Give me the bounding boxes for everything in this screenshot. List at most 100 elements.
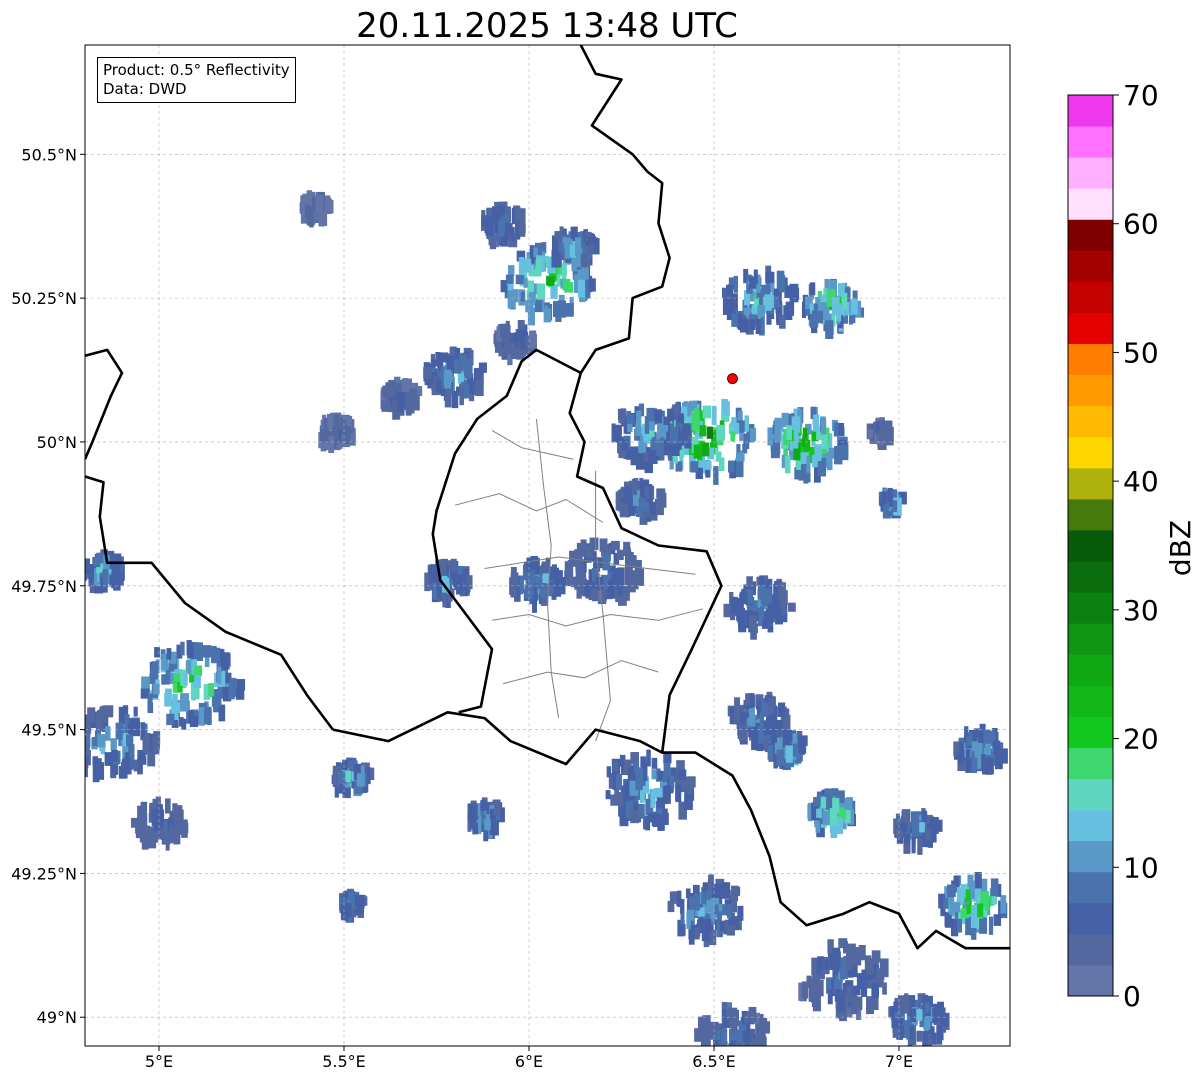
echo-pixel — [332, 771, 338, 788]
echo-pixel — [87, 707, 96, 723]
echo-pixel — [921, 810, 928, 823]
lat-tick-label: 50°N — [37, 433, 77, 452]
echo-pixel — [632, 555, 637, 569]
colorbar-segment — [1068, 95, 1113, 127]
echo-pixel — [966, 904, 972, 915]
echo-pixel — [651, 769, 657, 780]
echo-pixel — [882, 982, 887, 995]
echo-pixel — [736, 1057, 740, 1067]
lon-tick-label: 5.5°E — [322, 1052, 366, 1071]
echo-pixel — [932, 1007, 938, 1024]
echo-pixel — [781, 412, 789, 427]
echo-pixel — [97, 734, 106, 748]
echo-pixel — [85, 757, 89, 768]
colorbar-segment — [1068, 933, 1113, 966]
echo-pixel — [838, 938, 848, 949]
echo-pixel — [762, 588, 769, 607]
lat-tick-label: 49°N — [37, 1008, 77, 1027]
echo-pixel — [615, 491, 621, 503]
echo-pixel — [682, 423, 691, 435]
echo-pixel — [693, 444, 702, 459]
echo-pixel — [816, 808, 822, 818]
echo-pixel — [504, 340, 510, 353]
echo-pixel — [194, 675, 201, 689]
echo-pixel — [510, 227, 515, 242]
echo-pixel — [861, 982, 868, 997]
echo-pixel — [952, 918, 958, 937]
echo-pixel — [228, 686, 235, 700]
echo-pixel — [977, 903, 984, 918]
echo-pixel — [736, 1049, 741, 1065]
echo-pixel — [518, 223, 526, 234]
echo-pixel — [778, 702, 786, 717]
echo-pixel — [638, 441, 647, 453]
echo-pixel — [787, 731, 793, 743]
colorbar-segment — [1068, 436, 1113, 469]
echo-pixel — [778, 582, 786, 600]
colorbar-segment — [1068, 902, 1113, 935]
echo-pixel — [677, 769, 687, 781]
echo-pixel — [822, 812, 831, 826]
echo-pixel — [345, 770, 352, 783]
echo-pixel — [745, 693, 751, 706]
echo-pixel — [977, 731, 984, 744]
colorbar-segment — [1068, 312, 1113, 345]
echo-pixel — [749, 615, 757, 630]
lon-tick-label: 6.5°E — [692, 1052, 736, 1071]
echo-pixel — [88, 568, 93, 583]
colorbar-segment — [1068, 871, 1113, 904]
echo-pixel — [837, 994, 845, 1013]
echo-pixel — [169, 829, 176, 841]
echo-pixel — [166, 713, 175, 726]
echo-pixel — [727, 904, 732, 919]
echo-pixel — [917, 838, 923, 855]
echo-pixel — [844, 797, 853, 811]
echo-pixel — [702, 442, 710, 457]
echo-pixel — [515, 274, 525, 285]
echo-pixel — [617, 578, 624, 596]
echo-pixel — [180, 641, 185, 656]
echo-pixel — [903, 833, 911, 844]
echo-pixel — [643, 452, 648, 462]
echo-pixel — [758, 1018, 768, 1032]
echo-pixel — [202, 645, 212, 658]
echo-pixel — [564, 561, 570, 580]
echo-pixel — [1000, 748, 1008, 764]
echo-pixel — [981, 753, 986, 771]
echo-pixel — [217, 686, 224, 699]
echo-pixel — [974, 872, 982, 889]
echo-pixel — [444, 369, 452, 389]
lat-tick-label: 49.5°N — [21, 721, 77, 740]
lon-tick-label: 7°E — [885, 1052, 913, 1071]
echo-pixel — [535, 258, 542, 277]
echo-pixel — [605, 790, 611, 800]
echo-pixel — [755, 318, 761, 335]
echo-pixel — [662, 808, 668, 825]
echo-pixel — [475, 379, 484, 397]
echo-pixel — [638, 497, 644, 510]
echo-pixel — [800, 735, 808, 746]
echo-pixel — [463, 358, 473, 377]
colorbar-segment — [1068, 343, 1113, 376]
echo-pixel — [315, 194, 324, 214]
echo-pixel — [739, 420, 745, 433]
echo-pixel — [396, 382, 402, 392]
colorbar-segment — [1068, 747, 1113, 780]
echo-pixel — [307, 208, 315, 226]
echo-pixel — [520, 291, 526, 302]
echo-pixel — [850, 995, 858, 1015]
radar-figure: 5°E 5.5°E 6°E 6.5°E 7°E 50.5°N 50.25°N 50°N 49.… — [11, 44, 1197, 1071]
echo-pixel — [198, 707, 205, 726]
colorbar-segment — [1068, 498, 1113, 531]
echo-pixel — [580, 539, 587, 550]
colorbar-segment — [1068, 467, 1113, 500]
echo-pixel — [711, 405, 717, 425]
echo-pixel — [490, 815, 496, 829]
echo-pixel — [866, 961, 874, 975]
echo-pixel — [588, 278, 596, 292]
echo-pixel — [900, 997, 910, 1014]
echo-pixel — [164, 693, 171, 707]
colorbar-segment — [1068, 623, 1113, 655]
lat-tick-label: 49.75°N — [11, 577, 77, 596]
echo-pixel — [742, 443, 748, 454]
